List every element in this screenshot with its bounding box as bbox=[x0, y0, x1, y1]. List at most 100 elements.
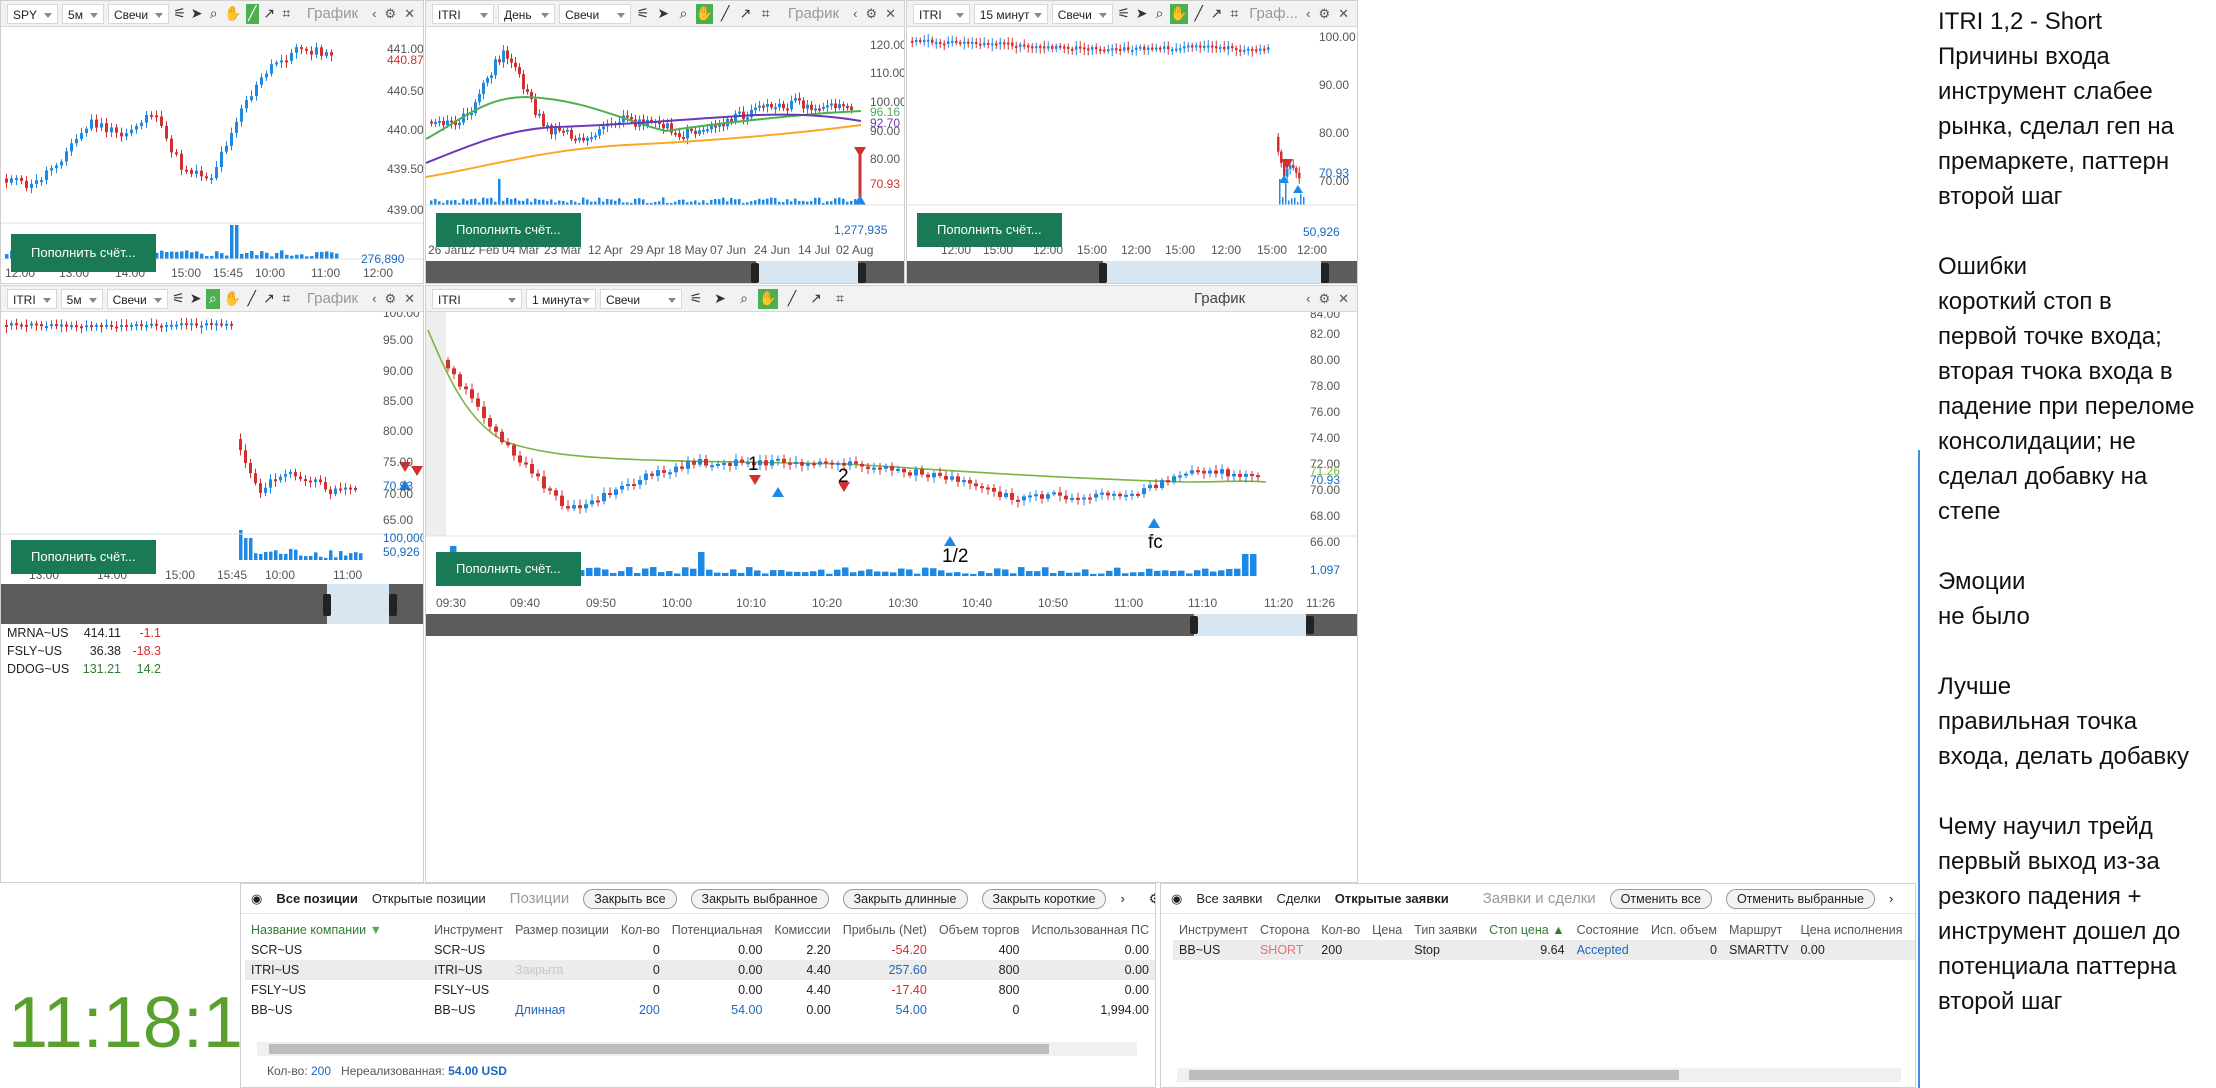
close-long-button[interactable]: Закрыть длинные bbox=[842, 888, 968, 909]
close-icon[interactable]: ✕ bbox=[404, 6, 415, 22]
cursor-icon[interactable]: ➤ bbox=[655, 4, 671, 24]
col-header[interactable]: Комиссии bbox=[768, 920, 836, 940]
arrow-tool-icon[interactable]: ↗ bbox=[1210, 4, 1224, 24]
col-header[interactable]: Состояние bbox=[1571, 920, 1645, 940]
chart-panel-itri-15m[interactable]: ITRI 15 минут Свечи ⚟ ➤ ⌕ ✋ ╱ ↗ ⌗ Граф..… bbox=[906, 0, 1358, 284]
topup-button[interactable]: Пополнить счёт... bbox=[917, 213, 1062, 247]
arrow-tool-icon[interactable]: ↗ bbox=[806, 289, 826, 309]
col-header[interactable]: Тип заявки bbox=[1408, 920, 1483, 940]
cursor-icon[interactable]: ➤ bbox=[710, 289, 730, 309]
hand-icon[interactable]: ✋ bbox=[1170, 3, 1188, 24]
watchlist-row[interactable]: MRNA~US 414.11 -1.1 bbox=[1, 624, 171, 642]
chart-panel-itri-5m[interactable]: ITRI 5м Свечи ⚟ ➤ ⌕ ✋ ╱ ↗ ⌗ График ‹ ⚙ ✕ 1… bbox=[0, 285, 424, 883]
hand-icon[interactable]: ✋ bbox=[224, 289, 241, 309]
col-header[interactable]: Прибыль (Net) bbox=[837, 920, 933, 940]
settings-icon[interactable]: ⚙ bbox=[384, 291, 396, 307]
collapse-icon[interactable]: ‹ bbox=[372, 291, 376, 307]
chart-type-select[interactable]: Свечи bbox=[107, 3, 170, 24]
collapse-icon[interactable]: ‹ bbox=[1306, 291, 1310, 307]
interval-select[interactable]: 1 минута bbox=[526, 288, 596, 309]
col-header[interactable]: Объем торгов bbox=[933, 920, 1026, 940]
line-tool-icon[interactable]: ╱ bbox=[717, 4, 733, 24]
arrow-tool-icon[interactable]: ↗ bbox=[737, 4, 753, 24]
chart-panel-itri-1m[interactable]: ITRI 1 минута Свечи ⚟ ➤ ⌕ ✋ ╱ ↗ ⌗ График… bbox=[425, 285, 1358, 883]
interval-select[interactable]: День bbox=[497, 3, 556, 24]
settings-icon[interactable]: ⚙ bbox=[1318, 291, 1330, 307]
collapse-icon[interactable]: ‹ bbox=[853, 6, 857, 22]
topup-button[interactable]: Пополнить счёт... bbox=[436, 552, 581, 586]
table-row[interactable]: ITRI~US ITRI~US Закрыта 0 0.00 4.40 257.60 800 0… bbox=[245, 960, 1155, 980]
cursor-icon[interactable]: ➤ bbox=[189, 289, 202, 309]
zoom-icon[interactable]: ⌕ bbox=[734, 289, 754, 309]
symbol-select[interactable]: ITRI bbox=[432, 288, 522, 309]
pin-icon[interactable]: ◉ bbox=[1171, 891, 1182, 907]
interval-select[interactable]: 5м bbox=[60, 288, 103, 309]
line-tool-icon[interactable]: ╱ bbox=[782, 289, 802, 309]
frame-icon[interactable]: ⌗ bbox=[830, 289, 850, 309]
horizontal-scrollbar[interactable] bbox=[1177, 1068, 1901, 1082]
watchlist-row[interactable]: FSLY~US 36.38 -18.3 bbox=[1, 642, 171, 660]
col-header[interactable]: Маршрут bbox=[1723, 920, 1795, 940]
close-all-button[interactable]: Закрыть все bbox=[583, 888, 677, 909]
tab-open-orders[interactable]: Открытые заявки bbox=[1335, 891, 1449, 906]
topup-button[interactable]: Пополнить счёт... bbox=[11, 540, 156, 574]
cursor-icon[interactable]: ➤ bbox=[1135, 4, 1149, 24]
col-header[interactable]: Название компании ▼ bbox=[245, 920, 428, 940]
navigator-scrollbar[interactable] bbox=[1, 584, 423, 624]
tab-open-positions[interactable]: Открытые позиции bbox=[372, 891, 486, 906]
settings-icon[interactable]: ⚙ bbox=[384, 6, 396, 22]
col-header[interactable]: Сторона bbox=[1254, 920, 1315, 940]
line-tool-icon[interactable]: ╱ bbox=[1192, 4, 1206, 24]
settings-icon[interactable]: ⚙ bbox=[1149, 891, 1155, 907]
col-header[interactable]: Размер позиции bbox=[509, 920, 615, 940]
indicators-icon[interactable]: ⚟ bbox=[686, 289, 706, 309]
chart-panel-itri-day[interactable]: ITRI День Свечи ⚟ ➤ ⌕ ✋ ╱ ↗ ⌗ График ‹ ⚙ ✕… bbox=[425, 0, 905, 284]
navigator-scrollbar[interactable] bbox=[907, 261, 1357, 283]
close-icon[interactable]: ✕ bbox=[404, 291, 415, 307]
horizontal-scrollbar[interactable] bbox=[257, 1042, 1137, 1056]
table-row[interactable]: FSLY~US FSLY~US 0 0.00 4.40 -17.40 800 0.00 bbox=[245, 980, 1155, 1000]
interval-select[interactable]: 5м bbox=[62, 3, 104, 24]
col-header[interactable]: Исп. объем bbox=[1645, 920, 1723, 940]
col-header[interactable]: Потенциальная bbox=[666, 920, 769, 940]
zoom-icon[interactable]: ⌕ bbox=[206, 288, 220, 309]
table-row[interactable]: BB~US SHORT 200 Stop 9.64 Accepted 0 SMA… bbox=[1173, 940, 1915, 960]
hand-icon[interactable]: ✋ bbox=[224, 4, 241, 24]
zoom-icon[interactable]: ⌕ bbox=[675, 4, 691, 24]
navigator-scrollbar[interactable] bbox=[426, 261, 904, 283]
col-header[interactable]: Кол-во bbox=[1315, 920, 1366, 940]
hand-icon[interactable]: ✋ bbox=[695, 3, 714, 24]
chart-type-select[interactable]: Свечи bbox=[559, 3, 631, 24]
zoom-icon[interactable]: ⌕ bbox=[1153, 4, 1167, 24]
indicators-icon[interactable]: ⚟ bbox=[172, 289, 185, 309]
chart-type-select[interactable]: Свечи bbox=[600, 288, 682, 309]
symbol-select[interactable]: ITRI bbox=[913, 3, 970, 24]
collapse-icon[interactable]: ‹ bbox=[372, 6, 376, 22]
settings-icon[interactable]: ⚙ bbox=[865, 6, 877, 22]
close-short-button[interactable]: Закрыть короткие bbox=[981, 888, 1107, 909]
frame-icon[interactable]: ⌗ bbox=[758, 4, 774, 24]
frame-icon[interactable]: ⌗ bbox=[280, 4, 293, 24]
arrow-tool-icon[interactable]: ↗ bbox=[262, 289, 275, 309]
symbol-select[interactable]: ITRI bbox=[432, 3, 494, 24]
tab-all-orders[interactable]: Все заявки bbox=[1196, 891, 1262, 906]
topup-button[interactable]: Пополнить счёт... bbox=[436, 213, 581, 247]
table-row[interactable]: BB~US BB~US Длинная 200 54.00 0.00 54.00 0 1,994… bbox=[245, 1000, 1155, 1020]
more-icon[interactable]: › bbox=[1889, 891, 1893, 906]
arrow-tool-icon[interactable]: ↗ bbox=[263, 4, 276, 24]
col-header[interactable]: Кол-во bbox=[615, 920, 666, 940]
table-row[interactable]: SCR~US SCR~US 0 0.00 2.20 -54.20 400 0.00 bbox=[245, 940, 1155, 960]
col-header[interactable]: Вı bbox=[1909, 920, 1916, 940]
collapse-icon[interactable]: ‹ bbox=[1306, 6, 1310, 22]
symbol-select[interactable]: ITRI bbox=[7, 288, 57, 309]
indicators-icon[interactable]: ⚟ bbox=[173, 4, 186, 24]
watchlist-row[interactable]: DDOG~US 131.21 14.2 bbox=[1, 660, 171, 678]
hand-icon[interactable]: ✋ bbox=[758, 288, 778, 309]
chart-type-select[interactable]: Свечи bbox=[1051, 3, 1113, 24]
tab-trades[interactable]: Сделки bbox=[1276, 891, 1320, 906]
chart-type-select[interactable]: Свечи bbox=[106, 288, 168, 309]
col-header[interactable]: Цена исполнения bbox=[1794, 920, 1908, 940]
more-icon[interactable]: › bbox=[1120, 891, 1124, 906]
symbol-select[interactable]: SPY bbox=[7, 3, 59, 24]
pin-icon[interactable]: ◉ bbox=[251, 891, 262, 907]
